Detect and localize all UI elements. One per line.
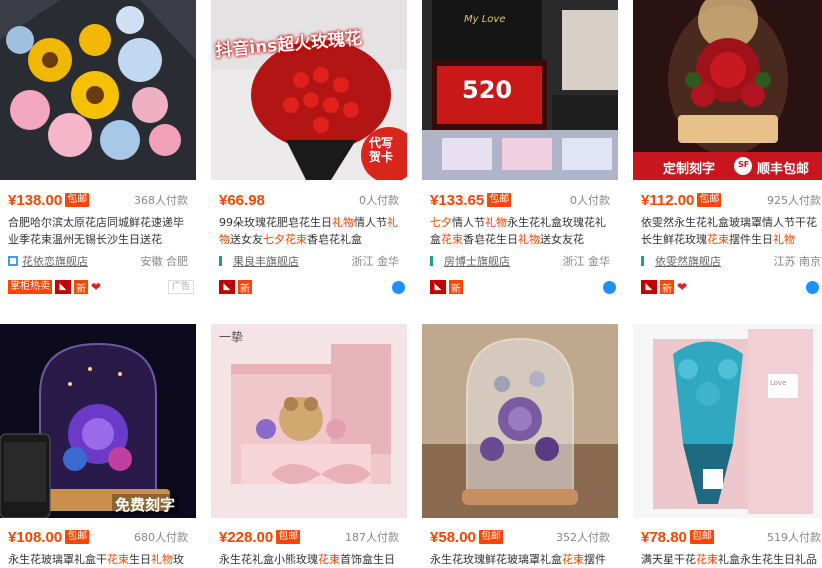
payer-count: 519人付款 [767,531,821,544]
chat-icon[interactable] [603,280,616,294]
card-text: 代写 [369,136,394,150]
tmall-icon: ◣ [641,280,657,294]
payer-count: 925人付款 [767,194,821,207]
box-number: 520 [462,76,513,104]
new-badge: 新 [74,280,88,295]
hot-seller-badge: 掌柜热卖 [8,280,52,294]
product-title[interactable]: 满天星干花花束礼盒永生花生日礼品 [641,551,821,568]
chat-icon[interactable] [392,280,405,294]
product-image[interactable]: 一挚 [211,324,407,518]
shop-link[interactable]: 花依恋旗舰店 [22,253,88,269]
product-image[interactable]: Love [633,324,822,518]
payer-count: 680人付款 [134,531,188,544]
price: ¥112.00 [641,191,695,209]
location: 安徽 合肥 [140,255,189,268]
new-badge: 新 [449,280,463,295]
location: 浙江 金华 [562,255,611,268]
shop-link[interactable]: 房博士旗舰店 [444,253,510,269]
free-shipping-badge: 包邮 [487,193,512,207]
payer-count: 352人付款 [556,531,610,544]
shop-icon [219,256,229,266]
product-title[interactable]: 99朵玫瑰花肥皂花生日礼物情人节礼物送女友七夕花束香皂花礼盒 [219,214,399,248]
gift-tag-text: Love [770,379,787,387]
price: ¥138.00 [8,191,63,209]
product-card[interactable]: Love ¥78.80 包邮 519人付款 满天星干花花束礼盒永生花生日礼品 [633,324,822,566]
shop-link[interactable]: 果良丰旗舰店 [233,253,299,269]
location: 浙江 金华 [351,255,400,268]
product-card[interactable]: 一挚 ¥228.00 包邮 187人付款 永生花礼盒小熊玫瑰花束首饰盒生日 [211,324,407,566]
chat-icon[interactable] [806,280,819,294]
payer-count: 368人付款 [134,194,188,207]
price: ¥133.65 [430,191,485,209]
product-image[interactable] [422,324,618,518]
location: 江苏 南京 [773,255,822,268]
product-image[interactable] [0,0,196,180]
shop-icon [8,256,18,266]
heart-icon: ❤ [677,280,688,294]
ad-label: 广告 [167,280,194,294]
sf-shipping-label: 顺丰包邮 [757,162,810,177]
price: ¥228.00 [219,528,274,546]
free-engraving-label: 免费刻字 [112,494,179,515]
payer-count: 187人付款 [345,531,399,544]
product-image[interactable]: My Love 520 [422,0,618,180]
free-shipping-badge: 包邮 [689,530,714,544]
product-title[interactable]: 合肥哈尔滨太原花店同城鲜花速递毕业季花束温州无锡长沙生日送花 [8,214,188,248]
product-image[interactable]: 定制刻字 SF 顺丰包邮 [633,0,822,180]
price: ¥108.00 [8,528,63,546]
shop-icon [641,256,651,266]
product-card[interactable]: ¥58.00 包邮 352人付款 永生花玫瑰鲜花玻璃罩礼盒花束摆件 [422,324,618,566]
product-image[interactable]: 免费刻字 [0,324,196,518]
product-card[interactable]: 免费刻字 ¥108.00 包邮 680人付款 永生花玻璃罩礼盒干花束生日礼物玫 [0,324,196,566]
new-badge: 新 [238,280,252,295]
shop-icon [430,256,440,266]
product-image[interactable]: 抖音ins超火玫瑰花 代写 贺卡 [211,0,407,180]
product-title[interactable]: 永生花玫瑰鲜花玻璃罩礼盒花束摆件 [430,551,610,568]
tmall-icon: ◣ [219,280,235,294]
shop-link[interactable]: 依雯然旗舰店 [655,253,721,269]
product-title[interactable]: 依雯然永生花礼盒玻璃罩情人节干花长生鲜花玫瑰花束摆件生日礼物 [641,214,821,248]
custom-engraving-label: 定制刻字 [663,162,716,177]
free-shipping-badge: 包邮 [65,530,90,544]
product-card[interactable]: 定制刻字 SF 顺丰包邮 ¥112.00 包邮 925人付款 依雯然永生花礼盒玻… [633,0,822,305]
product-title[interactable]: 永生花玻璃罩礼盒干花束生日礼物玫 [8,551,188,568]
product-card[interactable]: My Love 520 ¥133.65 包邮 0人付款 七夕情人节礼物永生花礼盒… [422,0,618,305]
new-badge: 新 [660,280,674,295]
product-card[interactable]: 抖音ins超火玫瑰花 代写 贺卡 ¥66.98 0人付款 99朵玫瑰花肥皂花生日… [211,0,407,305]
payer-count: 0人付款 [359,194,399,207]
payer-count: 0人付款 [570,194,610,207]
free-shipping-badge: 包邮 [276,530,301,544]
product-card[interactable]: ¥138.00 包邮 368人付款 合肥哈尔滨太原花店同城鲜花速递毕业季花束温州… [0,0,196,305]
sf-icon: SF [738,160,750,169]
price: ¥78.80 [641,528,687,546]
free-shipping-badge: 包邮 [697,193,722,207]
card-text-2: 贺卡 [369,150,394,164]
price: ¥58.00 [430,528,476,546]
product-title[interactable]: 七夕情人节礼物永生花礼盒玫瑰花礼盒花束香皂花生日礼物送女友花 [430,214,610,248]
product-title[interactable]: 永生花礼盒小熊玫瑰花束首饰盒生日 [219,551,399,568]
price: ¥66.98 [219,191,265,209]
box-label: My Love [464,14,506,25]
free-shipping-badge: 包邮 [65,193,90,207]
tmall-icon: ◣ [430,280,446,294]
heart-icon: ❤ [91,280,102,294]
brand-logo: 一挚 [219,330,244,344]
free-shipping-badge: 包邮 [478,530,503,544]
tmall-icon: ◣ [55,280,71,294]
